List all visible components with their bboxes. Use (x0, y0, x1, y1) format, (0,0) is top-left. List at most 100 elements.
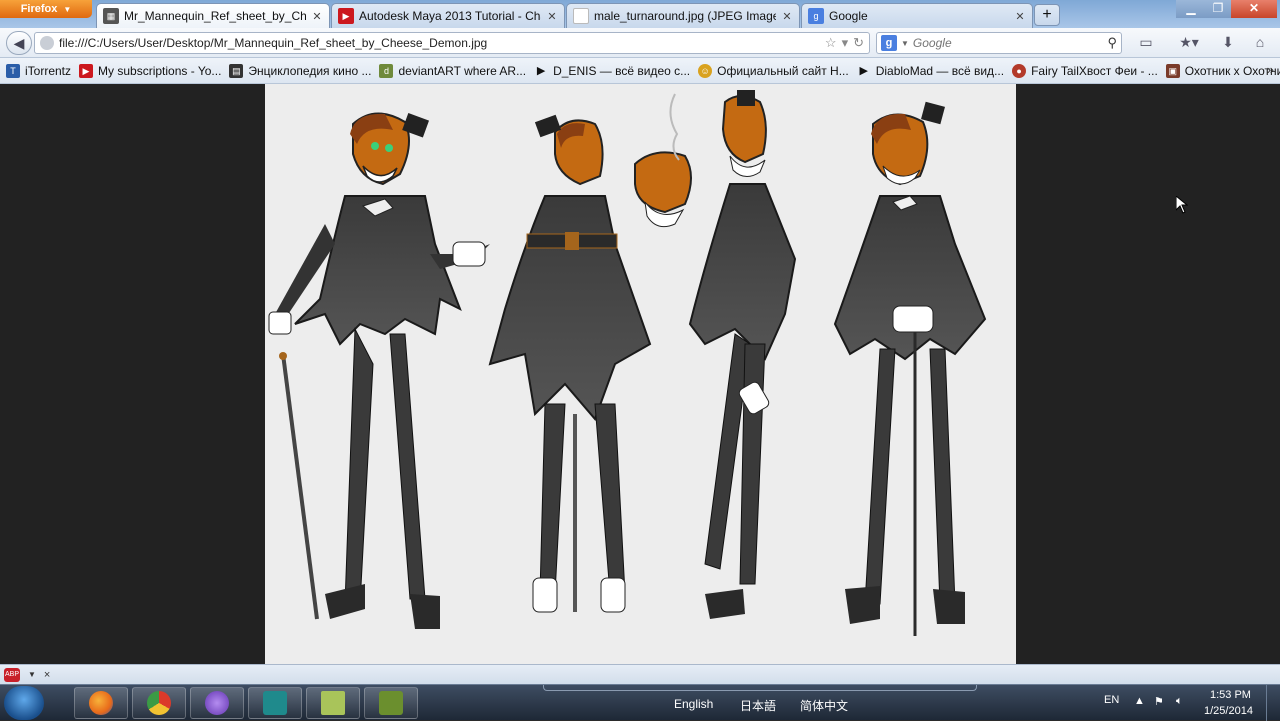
bookmark-film-encyclopedia[interactable]: ▤ Энциклопедия кино ... (229, 63, 372, 78)
deviantart-icon: d (379, 63, 394, 78)
taskbar-media-player[interactable] (364, 687, 418, 719)
bookmarks-toolbar: T iTorrentz ▶ My subscriptions - Yo... ▤… (0, 58, 1280, 84)
bookmark-diablomad[interactable]: ▶ DiabloMad — всё вид... (857, 64, 1004, 78)
hunter-icon: ▣ (1165, 63, 1180, 78)
close-icon[interactable]: ✕ (781, 10, 793, 23)
mannequin-back-view (488, 114, 652, 613)
bittorrent-icon (205, 691, 229, 715)
new-tab-button[interactable]: + (1034, 4, 1060, 26)
taskbar-chrome[interactable] (132, 687, 186, 719)
close-icon[interactable]: ✕ (1014, 10, 1026, 23)
bookmark-denis-video[interactable]: ▶ D_ENIS — всё видео с... (534, 64, 690, 78)
taskbar-bittorrent[interactable] (190, 687, 244, 719)
bookmark-youtube-subscriptions[interactable]: ▶ My subscriptions - Yo... (79, 63, 222, 78)
minimize-button[interactable]: ▁ (1176, 0, 1206, 18)
chevron-down-icon[interactable]: ▼ (901, 39, 909, 48)
bookmark-label: My subscriptions - Yo... (98, 63, 222, 78)
firefox-menu-label: Firefox (20, 3, 58, 15)
chevron-down-icon[interactable]: ▾ (842, 35, 849, 51)
maya-icon (263, 691, 287, 715)
windows-start-button[interactable] (4, 686, 44, 720)
bookmark-itorrentz[interactable]: T iTorrentz (6, 63, 72, 78)
language-option-english[interactable]: English (674, 697, 713, 711)
taskbar-maya[interactable] (248, 687, 302, 719)
google-icon: g (808, 8, 824, 24)
tab-label: male_turnaround.jpg (JPEG Image, 66... (594, 9, 776, 23)
search-icon[interactable]: ⚲ (1107, 35, 1117, 51)
mannequin-illustration (268, 90, 987, 636)
firefox-icon (89, 691, 113, 715)
blank-page-icon (573, 8, 589, 24)
tab-google[interactable]: g Google ✕ (801, 3, 1033, 28)
notes-icon (321, 691, 345, 715)
reference-sheet-image[interactable] (265, 84, 1016, 664)
mannequin-side-view (634, 90, 797, 619)
close-addon-bar-button[interactable]: × (44, 669, 50, 681)
bookmark-label: iTorrentz (25, 63, 72, 78)
firefox-menu-button[interactable]: Firefox ▼ (0, 0, 92, 18)
tray-expand-icon[interactable]: ▲ (1134, 695, 1145, 707)
mannequin-three-quarter-view (833, 101, 987, 636)
torrentz-icon: T (6, 63, 20, 78)
chevron-down-icon[interactable]: ▼ (28, 670, 36, 679)
bookmark-hunter-x-hunter[interactable]: ▣ Охотник х Охотник / ... (1165, 63, 1280, 78)
maximize-button[interactable]: ❐ (1205, 0, 1231, 18)
tab-maya-tutorial[interactable]: ▶ Autodesk Maya 2013 Tutorial - Chara...… (331, 3, 565, 28)
anime-icon: ● (1012, 63, 1027, 78)
youtube-icon: ▶ (338, 8, 354, 24)
bookmarks-overflow-chevron[interactable]: » (1267, 62, 1274, 77)
windows-taskbar: English 日本語 简体中文 EN ▲ ⚑ 🔈︎ 1:53 PM 1/25/… (0, 684, 1280, 721)
mannequin-front-view (268, 112, 490, 629)
taskbar-sticky-notes[interactable] (306, 687, 360, 719)
taskbar-firefox[interactable] (74, 687, 128, 719)
language-option-chinese[interactable]: 简体中文 (800, 697, 848, 714)
tab-label: Autodesk Maya 2013 Tutorial - Chara... (359, 9, 541, 23)
search-box[interactable]: g ▼ ⚲ (876, 32, 1122, 54)
url-text[interactable]: file:///C:/Users/User/Desktop/Mr_Mannequ… (59, 36, 820, 50)
image-file-icon: ▦ (103, 8, 119, 24)
close-window-button[interactable]: ✕ (1231, 0, 1277, 18)
clock-date[interactable]: 1/25/2014 (1204, 705, 1253, 717)
addon-bar: ABP ▼ × (0, 664, 1280, 684)
page-icon (40, 36, 54, 50)
video-addon-icon[interactable]: ▭ (1134, 34, 1158, 52)
tab-male-turnaround[interactable]: male_turnaround.jpg (JPEG Image, 66... ✕ (566, 3, 800, 28)
back-button[interactable]: ◀ (6, 31, 32, 55)
google-icon[interactable]: g (881, 35, 897, 51)
action-center-flag-icon[interactable]: ⚑ (1154, 695, 1164, 708)
navigation-bar: ◀ file:///C:/Users/User/Desktop/Mr_Manne… (0, 28, 1280, 58)
bookmark-label: Официальный сайт Н... (717, 63, 849, 78)
clapper-icon: ▤ (229, 63, 244, 78)
language-switcher (543, 685, 977, 691)
close-icon[interactable]: ✕ (546, 10, 558, 23)
smiley-icon: ☺ (698, 63, 713, 78)
bookmark-official-site[interactable]: ☺ Официальный сайт Н... (698, 63, 849, 78)
content-viewport (0, 84, 1280, 664)
bookmark-deviantart[interactable]: d deviantART where AR... (379, 63, 526, 78)
bookmark-label: D_ENIS — всё видео с... (553, 63, 691, 78)
bookmark-label: Fairy TailХвост Феи - ... (1031, 63, 1158, 78)
bookmark-fairy-tail[interactable]: ● Fairy TailХвост Феи - ... (1012, 63, 1158, 78)
search-input[interactable] (912, 36, 1104, 50)
url-bar[interactable]: file:///C:/Users/User/Desktop/Mr_Mannequ… (34, 32, 870, 54)
reload-icon[interactable]: ↻ (853, 35, 864, 51)
language-option-japanese[interactable]: 日本語 (740, 697, 776, 714)
tab-ref-sheet[interactable]: ▦ Mr_Mannequin_Ref_sheet_by_Cheese... ✕ (96, 3, 330, 28)
bookmark-star-icon[interactable]: ☆ (825, 35, 837, 51)
tab-bar: Firefox ▼ ▦ Mr_Mannequin_Ref_sheet_by_Ch… (0, 0, 1280, 28)
show-desktop-button[interactable] (1266, 685, 1280, 721)
input-language-indicator[interactable]: EN (1104, 694, 1119, 706)
play-icon: ▶ (536, 64, 546, 77)
home-icon[interactable]: ⌂ (1250, 34, 1270, 52)
media-player-icon (379, 691, 403, 715)
tab-label: Google (829, 9, 868, 23)
clock-time[interactable]: 1:53 PM (1210, 689, 1251, 701)
volume-icon[interactable]: 🔈︎ (1176, 695, 1183, 708)
close-icon[interactable]: ✕ (311, 10, 323, 23)
chrome-icon (147, 691, 171, 715)
chevron-down-icon: ▼ (63, 4, 72, 14)
adblock-plus-icon[interactable]: ABP (4, 667, 20, 682)
download-icon[interactable]: ⬇ (1218, 34, 1238, 52)
bookmarks-menu-icon[interactable]: ★▾ (1174, 34, 1204, 52)
bookmark-label: Энциклопедия кино ... (248, 63, 372, 78)
